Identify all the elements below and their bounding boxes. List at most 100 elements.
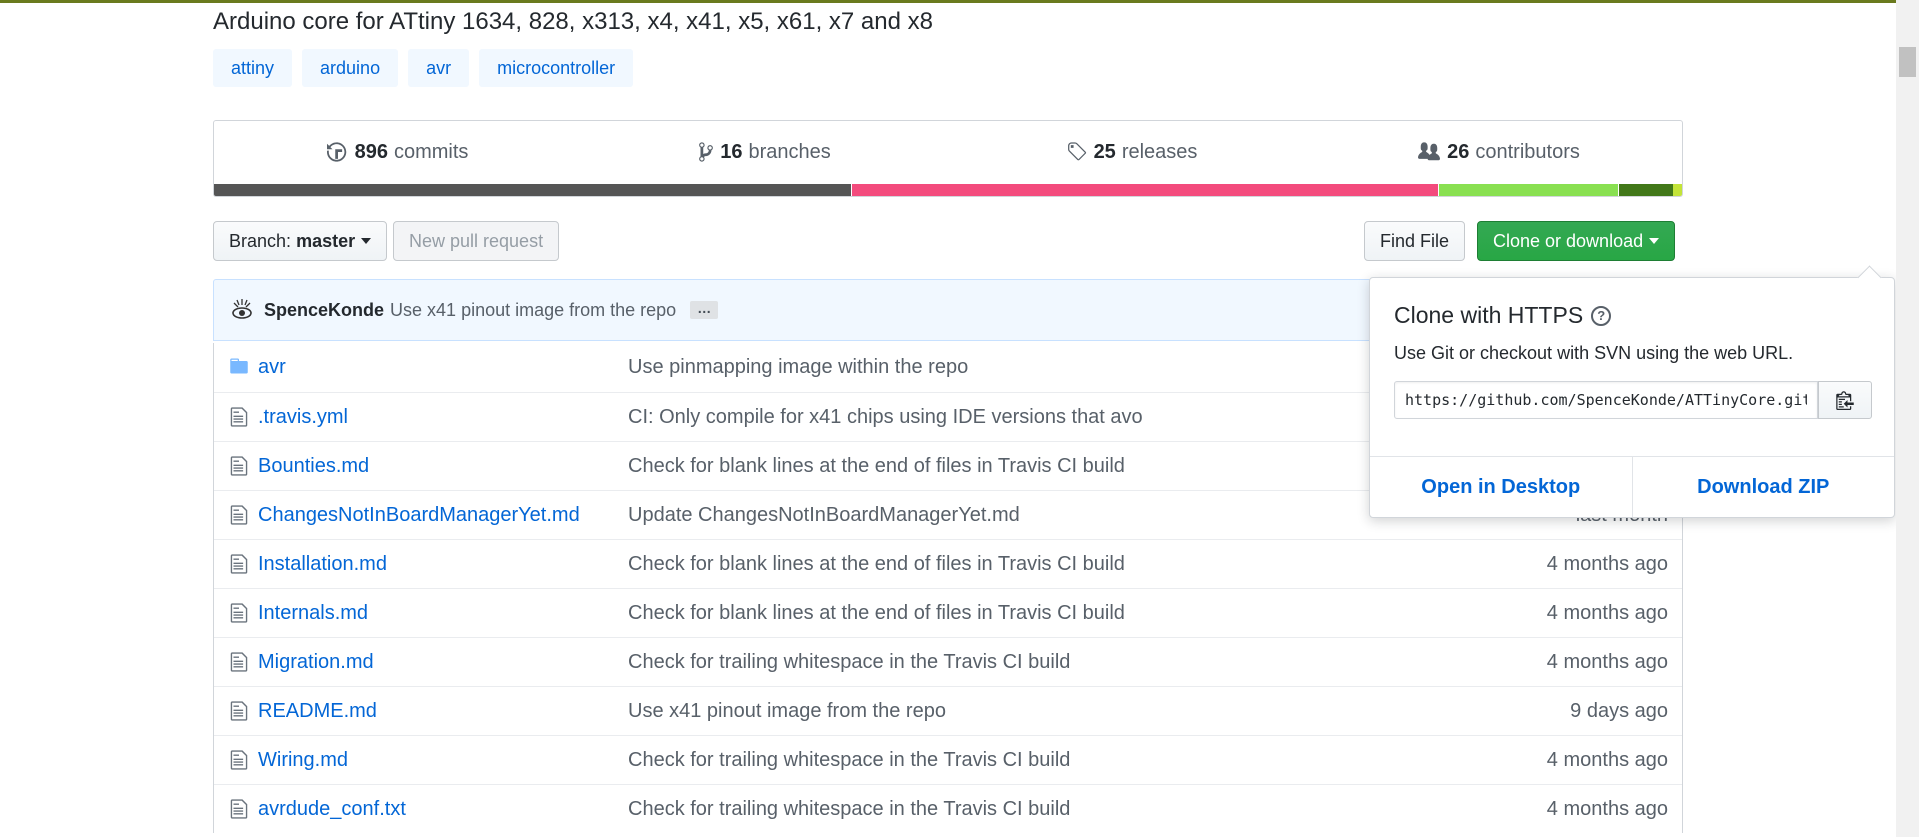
branch-prefix: Branch: bbox=[229, 230, 292, 251]
find-file-label: Find File bbox=[1380, 230, 1450, 251]
chevron-down-icon bbox=[361, 238, 372, 244]
commit-message-link[interactable]: Use x41 pinout image from the repo bbox=[390, 300, 676, 321]
scrollbar-thumb[interactable] bbox=[1899, 47, 1916, 77]
commit-message-link[interactable]: Check for trailing whitespace in the Tra… bbox=[628, 798, 1070, 821]
language-segment bbox=[1619, 184, 1674, 196]
file-icon bbox=[230, 553, 248, 581]
topic-list: attiny arduino avr microcontroller bbox=[213, 49, 634, 87]
open-in-desktop-button[interactable]: Open in Desktop bbox=[1370, 457, 1632, 517]
branches-label: branches bbox=[748, 140, 831, 163]
branch-select-button[interactable]: Branch: master bbox=[213, 221, 388, 261]
file-icon bbox=[230, 455, 248, 483]
commit-age: 4 months ago bbox=[1546, 797, 1668, 820]
file-name-link[interactable]: Internals.md bbox=[258, 602, 368, 625]
commits-link[interactable]: 896 commits bbox=[214, 121, 581, 183]
file-icon bbox=[230, 504, 248, 532]
clone-url-input[interactable] bbox=[1394, 381, 1818, 419]
file-name-link[interactable]: Migration.md bbox=[258, 651, 374, 674]
commit-message-link[interactable]: CI: Only compile for x41 chips using IDE… bbox=[628, 406, 1143, 429]
file-icon bbox=[230, 749, 248, 777]
file-name-link[interactable]: .travis.yml bbox=[258, 406, 348, 429]
contributors-label: contributors bbox=[1475, 140, 1580, 163]
commit-age: 4 months ago bbox=[1546, 601, 1668, 624]
file-icon bbox=[230, 798, 248, 826]
page-scrollbar[interactable] bbox=[1896, 0, 1919, 837]
file-name-link[interactable]: ChangesNotInBoardManagerYet.md bbox=[258, 504, 580, 527]
commit-age: 9 days ago bbox=[1570, 699, 1668, 722]
table-row[interactable]: Internals.md Check for blank lines at the… bbox=[214, 588, 1682, 637]
commit-message-link[interactable]: Check for blank lines at the end of file… bbox=[628, 602, 1125, 625]
commit-message-link[interactable]: Check for blank lines at the end of file… bbox=[628, 553, 1125, 576]
branches-count: 16 bbox=[720, 140, 743, 163]
language-segment bbox=[214, 184, 852, 196]
clone-description: Use Git or checkout with SVN using the w… bbox=[1394, 343, 1794, 363]
commit-message-link[interactable]: Use pinmapping image within the repo bbox=[628, 356, 968, 379]
commit-author-link[interactable]: SpenceKonde bbox=[264, 300, 384, 321]
commit-age: 4 months ago bbox=[1546, 650, 1668, 673]
popover-arrow bbox=[1857, 265, 1882, 290]
numbers-summary: 896 commits 16 branches 25 releases 26 c… bbox=[213, 120, 1683, 197]
releases-count: 25 bbox=[1093, 140, 1116, 163]
copy-url-button[interactable] bbox=[1818, 381, 1872, 419]
branch-name: master bbox=[296, 230, 356, 251]
table-row[interactable]: Installation.md Check for blank lines at … bbox=[214, 539, 1682, 588]
branches-link[interactable]: 16 branches bbox=[581, 121, 948, 183]
folder-icon bbox=[228, 356, 250, 382]
topic-tag[interactable]: attiny bbox=[213, 49, 293, 87]
chevron-down-icon bbox=[1649, 238, 1660, 244]
file-name-link[interactable]: avr bbox=[258, 356, 286, 379]
contributors-count: 26 bbox=[1447, 140, 1470, 163]
language-segment bbox=[1673, 184, 1682, 196]
table-row[interactable]: Wiring.md Check for trailing whitespace i… bbox=[214, 735, 1682, 784]
commit-message-link[interactable]: Use x41 pinout image from the repo bbox=[628, 700, 946, 723]
file-icon bbox=[230, 406, 248, 434]
clone-actions: Open in Desktop Download ZIP bbox=[1370, 456, 1894, 517]
top-border bbox=[0, 0, 1919, 3]
releases-link[interactable]: 25 releases bbox=[948, 121, 1315, 183]
new-pull-request-button[interactable]: New pull request bbox=[393, 221, 560, 261]
commit-message-link[interactable]: Check for trailing whitespace in the Tra… bbox=[628, 749, 1070, 772]
file-name-link[interactable]: avrdude_conf.txt bbox=[258, 798, 406, 821]
find-file-button[interactable]: Find File bbox=[1364, 221, 1466, 261]
git-branch-icon bbox=[699, 142, 714, 162]
clone-title-text: Clone with HTTPS bbox=[1394, 302, 1584, 328]
file-icon bbox=[230, 602, 248, 630]
topic-tag[interactable]: arduino bbox=[302, 49, 399, 87]
language-segment bbox=[1439, 184, 1619, 196]
table-row[interactable]: README.md Use x41 pinout image from the r… bbox=[214, 686, 1682, 735]
clone-title: Clone with HTTPS ? bbox=[1394, 302, 1612, 329]
download-zip-button[interactable]: Download ZIP bbox=[1631, 457, 1895, 517]
releases-label: releases bbox=[1121, 140, 1198, 163]
history-icon bbox=[326, 142, 346, 162]
clippy-icon bbox=[1836, 391, 1854, 410]
file-name-link[interactable]: Bounties.md bbox=[258, 455, 369, 478]
commit-message-link[interactable]: Check for blank lines at the end of file… bbox=[628, 455, 1125, 478]
table-row[interactable]: Migration.md Check for trailing whitespac… bbox=[214, 637, 1682, 686]
file-name-link[interactable]: README.md bbox=[258, 700, 377, 723]
clone-or-download-button[interactable]: Clone or download bbox=[1477, 221, 1676, 261]
new-pull-request-label: New pull request bbox=[409, 230, 544, 251]
contributors-link[interactable]: 26 contributors bbox=[1315, 121, 1682, 183]
topic-tag[interactable]: avr bbox=[408, 49, 470, 87]
file-icon bbox=[230, 651, 248, 679]
table-row[interactable]: avrdude_conf.txt Check for trailing white… bbox=[214, 784, 1682, 833]
file-name-link[interactable]: Installation.md bbox=[258, 553, 387, 576]
language-segment bbox=[852, 184, 1439, 196]
language-bar[interactable] bbox=[214, 184, 1682, 196]
clone-or-download-label: Clone or download bbox=[1493, 230, 1644, 251]
clone-popover: Clone with HTTPS ? Use Git or checkout w… bbox=[1369, 265, 1895, 518]
tag-icon bbox=[1067, 142, 1086, 161]
commit-age: 4 months ago bbox=[1546, 552, 1668, 575]
commits-count: 896 bbox=[354, 140, 388, 163]
avatar[interactable] bbox=[228, 296, 256, 324]
people-icon bbox=[1418, 142, 1441, 161]
repo-description: Arduino core for ATtiny 1634, 828, x313,… bbox=[213, 8, 933, 35]
commit-age: 4 months ago bbox=[1546, 748, 1668, 771]
help-icon[interactable]: ? bbox=[1591, 305, 1612, 326]
file-icon bbox=[230, 700, 248, 728]
topic-tag[interactable]: microcontroller bbox=[479, 49, 634, 87]
commit-message-link[interactable]: Check for trailing whitespace in the Tra… bbox=[628, 651, 1070, 674]
commit-expand-button[interactable]: … bbox=[690, 301, 719, 319]
file-name-link[interactable]: Wiring.md bbox=[258, 749, 348, 772]
commit-message-link[interactable]: Update ChangesNotInBoardManagerYet.md bbox=[628, 504, 1020, 527]
